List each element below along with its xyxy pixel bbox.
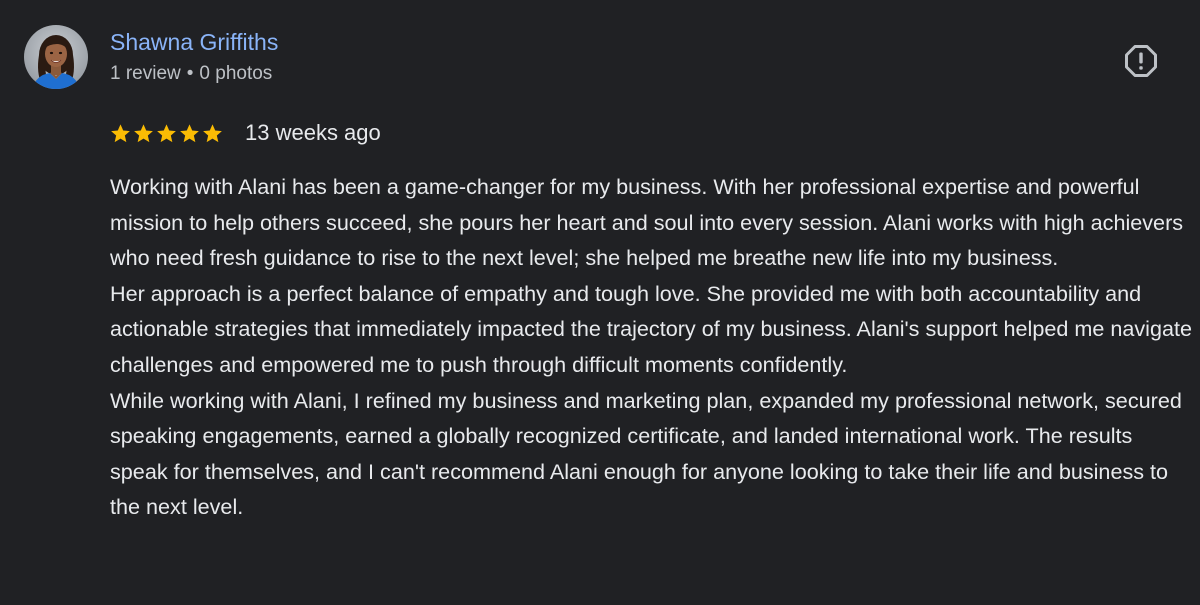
- reviewer-name-link[interactable]: Shawna Griffiths: [110, 28, 278, 56]
- reviewer-avatar[interactable]: [24, 25, 88, 89]
- review-paragraph: Working with Alani has been a game-chang…: [110, 174, 1184, 271]
- review-paragraph: While working with Alani, I refined my b…: [110, 387, 1182, 520]
- star-icon: [203, 123, 222, 142]
- star-icon: [157, 123, 176, 142]
- report-review-button[interactable]: [1124, 44, 1158, 78]
- review-count: 1 review: [110, 63, 181, 84]
- review-card: Shawna Griffiths 1 review • 0 photos 13 we…: [0, 0, 1200, 605]
- star-icon: [180, 123, 199, 142]
- rating-row: 13 weeks ago: [110, 118, 381, 148]
- avatar-photo-icon: [24, 25, 88, 89]
- report-flag-icon: [1125, 45, 1157, 77]
- star-icon: [111, 123, 130, 142]
- review-date: 13 weeks ago: [245, 120, 381, 145]
- star-icon: [134, 123, 153, 142]
- review-text: Working with Alani has been a game-chang…: [110, 169, 1195, 525]
- star-rating: [110, 123, 223, 144]
- review-paragraph: Her approach is a perfect balance of emp…: [110, 280, 1192, 377]
- reviewer-meta: 1 review • 0 photos: [110, 62, 272, 86]
- meta-separator: •: [186, 63, 194, 84]
- photo-count: 0 photos: [199, 63, 273, 84]
